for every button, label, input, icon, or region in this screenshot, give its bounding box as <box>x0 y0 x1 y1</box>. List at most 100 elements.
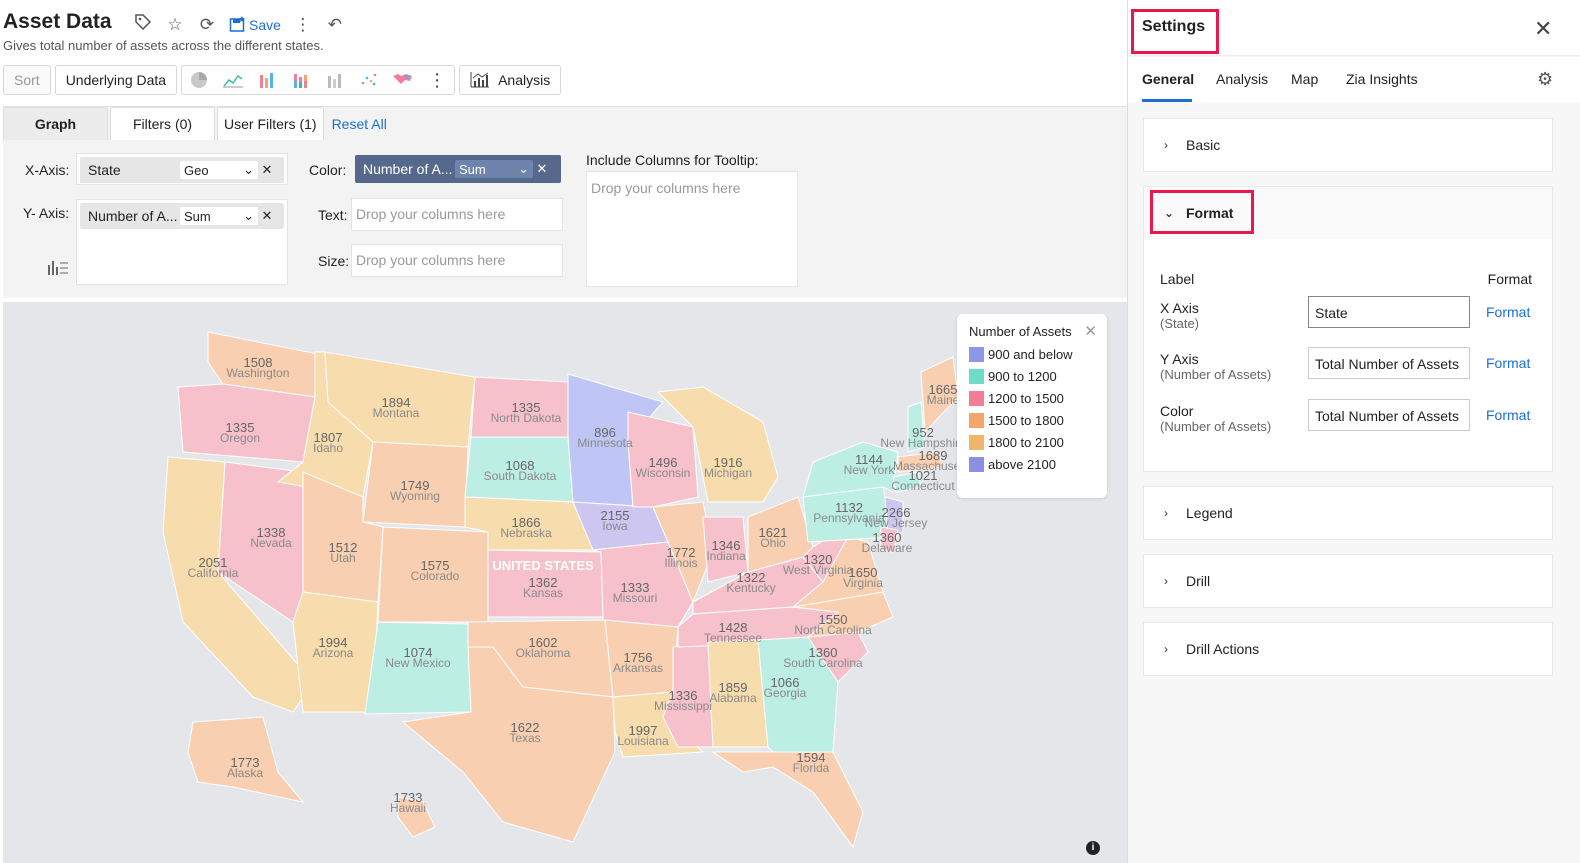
state-name-label: Iowa <box>602 519 628 533</box>
close-icon[interactable]: ✕ <box>258 208 276 224</box>
close-icon[interactable]: ✕ <box>258 162 276 178</box>
tab-zia-insights[interactable]: Zia Insights <box>1346 71 1418 87</box>
map-legend: Number of Assets ✕ 900 and below 900 to 1… <box>957 314 1107 498</box>
tab-filters[interactable]: Filters (0) <box>110 107 215 140</box>
legend-swatch <box>969 457 984 472</box>
tab-graph[interactable]: Graph <box>3 107 108 140</box>
legend-item[interactable]: 1500 to 1800 <box>969 413 1095 428</box>
underlying-data-button[interactable]: Underlying Data <box>54 65 178 95</box>
reset-all-link[interactable]: Reset All <box>326 107 393 140</box>
color-pill[interactable]: Number of A... Sum ⌄ ✕ <box>355 155 561 183</box>
bar-chart-icon[interactable] <box>256 71 278 89</box>
size-drop-zone[interactable]: Drop your columns here <box>351 244 563 277</box>
close-icon[interactable]: ✕ <box>533 161 551 177</box>
legend-swatch <box>969 435 984 450</box>
star-icon[interactable]: ☆ <box>165 15 185 35</box>
color-label-input[interactable]: Total Number of Assets <box>1308 399 1470 431</box>
legend-item[interactable]: 900 to 1200 <box>969 369 1095 384</box>
legend-item[interactable]: above 2100 <box>969 457 1095 472</box>
state-name-label: West Virginia <box>783 563 854 577</box>
save-button[interactable]: Save <box>229 16 281 33</box>
y-axis-label: Y- Axis: <box>23 205 70 221</box>
legend-item[interactable]: 1200 to 1500 <box>969 391 1095 406</box>
state-name-label: Illinois <box>664 556 697 570</box>
x-axis-label: X-Axis: <box>25 162 70 178</box>
refresh-icon[interactable]: ⟳ <box>197 15 217 35</box>
state-name-label: Texas <box>509 731 540 745</box>
state-name-label: Colorado <box>411 569 460 583</box>
state-name-label: South Dakota <box>484 469 557 483</box>
y-axis-format-link[interactable]: Format <box>1486 355 1530 371</box>
chevron-right-icon: › <box>1164 574 1168 588</box>
state-name-label: Idaho <box>313 441 343 455</box>
section-legend[interactable]: › Legend <box>1143 486 1553 540</box>
gear-icon[interactable]: ⚙ <box>1537 69 1553 90</box>
section-basic[interactable]: › Basic <box>1143 118 1553 172</box>
state-name-label: Arkansas <box>613 661 663 675</box>
legend-item[interactable]: 1800 to 2100 <box>969 435 1095 450</box>
more-vertical-icon[interactable]: ⋮ <box>293 15 313 35</box>
state-name-label: Delaware <box>862 541 913 555</box>
info-icon[interactable]: i <box>1086 841 1100 855</box>
analysis-label: Analysis <box>498 72 551 88</box>
stacked-bar-icon[interactable] <box>290 71 312 89</box>
state-name-label: New Jersey <box>865 516 928 530</box>
state-name-label: Nebraska <box>500 526 552 540</box>
text-drop-zone[interactable]: Drop your columns here <box>351 198 563 231</box>
color-field: Number of A... <box>363 161 453 177</box>
color-agg-select[interactable]: Sum ⌄ <box>455 160 533 178</box>
more-charts-icon[interactable]: ⋮ <box>426 70 448 90</box>
analysis-button[interactable]: Analysis <box>459 65 562 95</box>
section-drill[interactable]: › Drill <box>1143 554 1553 608</box>
y-axis-agg-select[interactable]: Sum ⌄ <box>180 207 258 225</box>
state-name-label: Oklahoma <box>516 646 571 660</box>
section-format: ⌄ Format Label Format X Axis (State) State… <box>1143 186 1553 472</box>
x-axis-pill[interactable]: State Geo ⌄ ✕ <box>80 157 284 183</box>
undo-icon[interactable]: ↶ <box>325 15 345 35</box>
y-axis-field: Number of A... <box>88 208 178 224</box>
state-name-label: Kansas <box>523 586 563 600</box>
axis-settings-icon[interactable] <box>47 259 69 280</box>
close-icon[interactable]: ✕ <box>1534 16 1552 42</box>
size-label: Size: <box>318 253 350 269</box>
geo-map-icon[interactable] <box>392 71 414 89</box>
x-axis-label-input[interactable]: State <box>1308 296 1470 328</box>
line-chart-icon[interactable] <box>222 71 244 89</box>
legend-swatch <box>969 413 984 428</box>
legend-title: Number of Assets <box>969 324 1072 339</box>
pie-chart-icon[interactable] <box>188 71 210 89</box>
section-drill-actions[interactable]: › Drill Actions <box>1143 622 1553 676</box>
tab-map[interactable]: Map <box>1291 71 1318 87</box>
legend-swatch <box>969 369 984 384</box>
tab-analysis[interactable]: Analysis <box>1216 71 1268 87</box>
legend-label: 900 to 1200 <box>988 369 1057 384</box>
x-axis-field: State <box>88 162 121 178</box>
tag-icon[interactable] <box>133 13 153 36</box>
state-florida[interactable] <box>711 751 864 849</box>
column-chart-icon[interactable] <box>324 71 346 89</box>
legend-item[interactable]: 900 and below <box>969 347 1095 362</box>
chart-type-picker: ⋮ <box>181 65 456 95</box>
x-axis-agg-select[interactable]: Geo ⌄ <box>180 161 258 179</box>
state-name-label: Washington <box>227 366 290 380</box>
y-axis-label-input[interactable]: Total Number of Assets <box>1308 347 1470 379</box>
color-label: Color: <box>309 162 347 178</box>
y-axis-pill[interactable]: Number of A... Sum ⌄ ✕ <box>80 203 284 229</box>
state-name-label: Nevada <box>250 536 292 550</box>
tab-user-filters[interactable]: User Filters (1) <box>217 107 324 140</box>
legend-swatch <box>969 347 984 362</box>
close-icon[interactable]: ✕ <box>1084 322 1097 340</box>
state-name-label: Connecticut <box>891 479 955 493</box>
tooltip-drop-zone[interactable]: Drop your columns here <box>586 171 798 287</box>
state-name-label: Maine <box>927 393 960 407</box>
chevron-down-icon: ⌄ <box>243 162 254 177</box>
sort-button[interactable]: Sort <box>3 65 51 95</box>
section-basic-label: Basic <box>1186 137 1221 153</box>
color-format-link[interactable]: Format <box>1486 407 1530 423</box>
state-name-label: Missouri <box>613 591 658 605</box>
x-axis-format-link[interactable]: Format <box>1486 304 1530 320</box>
tab-general[interactable]: General <box>1142 71 1194 87</box>
state-name-label: Louisiana <box>617 734 669 748</box>
scatter-chart-icon[interactable] <box>358 71 380 89</box>
map-area[interactable]: 1508 Washington 1335 Oregon 2051 California 13… <box>3 302 1127 863</box>
